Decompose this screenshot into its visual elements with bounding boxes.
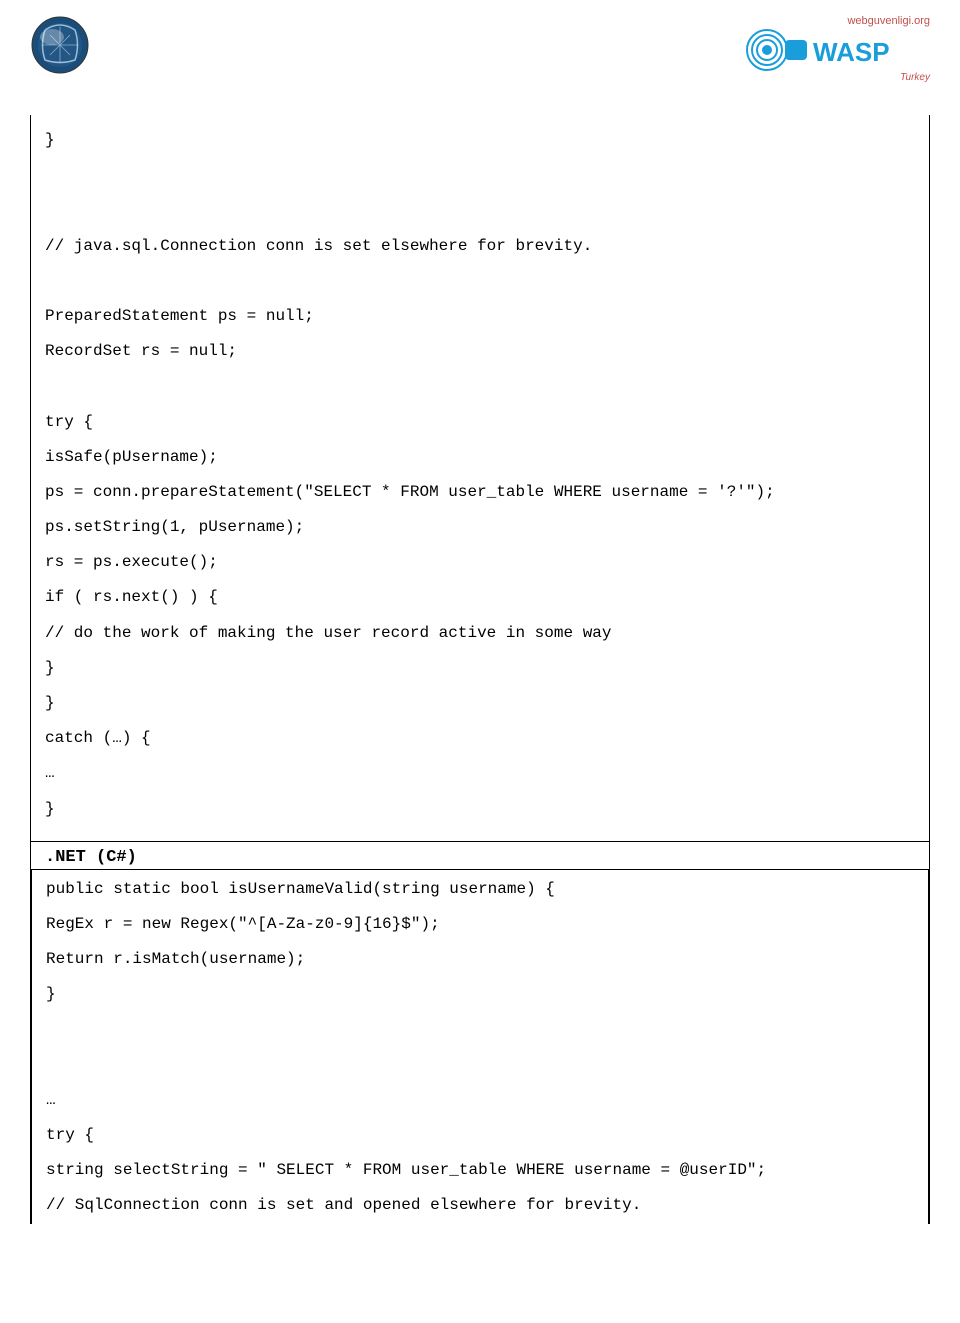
code-line: // java.sql.Connection conn is set elsew… [45, 229, 915, 264]
code-line [45, 193, 915, 228]
page-header: webguvenligi.org WASP Turkey [30, 15, 930, 85]
code-line: RecordSet rs = null; [45, 334, 915, 369]
code-line: string selectString = " SELECT * FROM us… [46, 1153, 914, 1188]
code-line: try { [46, 1118, 914, 1153]
code-line: if ( rs.next() ) { [45, 580, 915, 615]
code-line [45, 369, 915, 404]
java-code-block: } // java.sql.Connection conn is set els… [31, 115, 929, 841]
code-line [46, 1013, 914, 1048]
code-line: // do the work of making the user record… [45, 616, 915, 651]
code-line: ps.setString(1, pUsername); [45, 510, 915, 545]
code-line: rs = ps.execute(); [45, 545, 915, 580]
code-line: … [45, 756, 915, 791]
code-line: ps = conn.prepareStatement("SELECT * FRO… [45, 475, 915, 510]
code-line: public static bool isUsernameValid(strin… [46, 872, 914, 907]
left-logo [30, 15, 90, 75]
code-line: } [46, 977, 914, 1012]
net-code-container: public static bool isUsernameValid(strin… [30, 870, 930, 1224]
turkey-label: Turkey [900, 72, 930, 83]
code-line: // SqlConnection conn is set and opened … [46, 1188, 914, 1223]
code-line [45, 158, 915, 193]
right-logo: webguvenligi.org WASP Turkey [745, 15, 930, 83]
owasp-logo: WASP [745, 29, 930, 71]
code-line: } [45, 686, 915, 721]
code-line: isSafe(pUsername); [45, 440, 915, 475]
code-line [46, 1048, 914, 1083]
code-line: } [45, 651, 915, 686]
code-line: try { [45, 405, 915, 440]
net-heading: .NET (C#) [31, 841, 929, 869]
code-line: Return r.isMatch(username); [46, 942, 914, 977]
code-line [45, 264, 915, 299]
code-line: … [46, 1083, 914, 1118]
code-line: } [45, 123, 915, 158]
code-container: } // java.sql.Connection conn is set els… [30, 115, 930, 870]
webguv-label: webguvenligi.org [847, 15, 930, 27]
net-code-block: public static bool isUsernameValid(strin… [31, 870, 929, 1224]
svg-text:WASP: WASP [813, 37, 890, 67]
code-line: RegEx r = new Regex("^[A-Za-z0-9]{16}$")… [46, 907, 914, 942]
code-line: PreparedStatement ps = null; [45, 299, 915, 334]
code-line: } [45, 792, 915, 827]
code-line: catch (…) { [45, 721, 915, 756]
